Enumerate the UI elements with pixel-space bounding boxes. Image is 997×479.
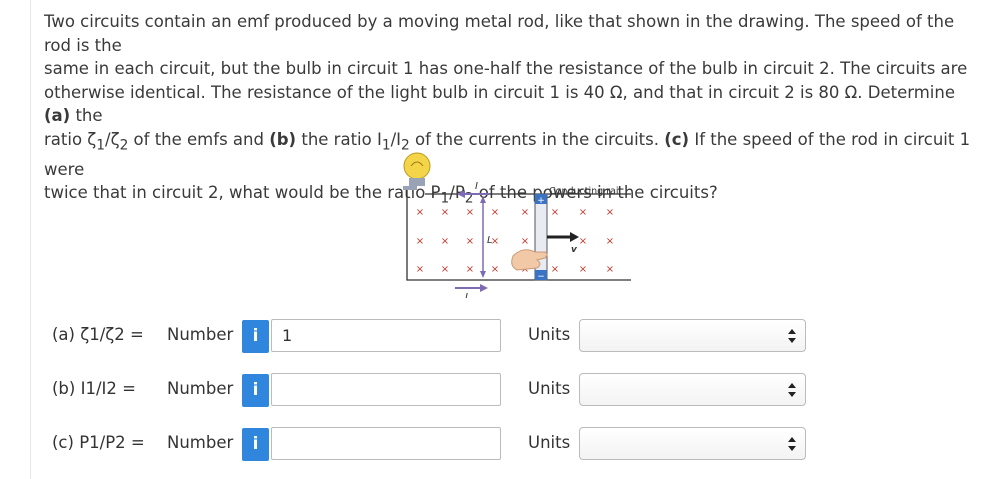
question-c-label: (c) P1/P2 =	[52, 433, 145, 452]
velocity-arrow: v	[547, 232, 579, 255]
svg-text:×: ×	[551, 264, 559, 275]
svg-text:×: ×	[441, 207, 449, 218]
svg-text:×: ×	[579, 207, 587, 218]
answer-row-c: (c) P1/P2 = Number i Units	[0, 425, 997, 465]
question-b-label: (b) I1/I2 =	[52, 379, 136, 398]
number-input-c[interactable]	[271, 427, 501, 460]
current-arrow-bottom: I	[455, 284, 488, 298]
light-bulb-icon	[403, 152, 431, 190]
units-select-a[interactable]	[579, 319, 806, 352]
circuit-diagram: I I L ××××× ××××× ××××× ××× ×× ××× + − v…	[403, 152, 631, 298]
minus-sign: −	[537, 272, 545, 282]
svg-text:×: ×	[521, 207, 529, 218]
svg-text:×: ×	[491, 264, 499, 275]
number-label: Number	[167, 433, 234, 452]
svg-text:×: ×	[466, 264, 474, 275]
units-label: Units	[528, 325, 571, 344]
info-button[interactable]: i	[242, 320, 269, 353]
svg-text:×: ×	[579, 236, 587, 247]
svg-text:×: ×	[491, 207, 499, 218]
svg-text:×: ×	[521, 236, 529, 247]
current-label-bottom: I	[465, 292, 468, 298]
units-label: Units	[528, 379, 571, 398]
answer-row-a: (a) ζ1/ζ2 = Number i 1 Units	[0, 317, 997, 357]
svg-text:×: ×	[441, 264, 449, 275]
svg-text:×: ×	[606, 264, 614, 275]
number-label: Number	[167, 325, 234, 344]
units-label: Units	[528, 433, 571, 452]
number-input-a[interactable]: 1	[271, 319, 501, 352]
svg-text:×: ×	[606, 207, 614, 218]
svg-text:×: ×	[416, 264, 424, 275]
conducting-rail-label: Conducting rail	[549, 186, 621, 197]
svg-text:×: ×	[466, 236, 474, 247]
velocity-label: v	[571, 245, 578, 255]
metal-rod: + −	[534, 193, 548, 282]
svg-text:×: ×	[466, 207, 474, 218]
svg-text:×: ×	[551, 207, 559, 218]
select-arrows-icon	[788, 329, 796, 343]
plus-sign: +	[537, 196, 545, 206]
select-arrows-icon	[788, 437, 796, 451]
info-button[interactable]: i	[242, 428, 269, 461]
svg-text:×: ×	[491, 236, 499, 247]
svg-text:×: ×	[579, 264, 587, 275]
number-label: Number	[167, 379, 234, 398]
answer-row-b: (b) I1/I2 = Number i Units	[0, 371, 997, 411]
question-a-label: (a) ζ1/ζ2 =	[52, 325, 144, 344]
current-label-top: I	[475, 181, 478, 192]
svg-text:×: ×	[416, 207, 424, 218]
current-arrow-top: I	[457, 181, 490, 198]
svg-text:×: ×	[416, 236, 424, 247]
number-input-b[interactable]	[271, 373, 501, 406]
select-arrows-icon	[788, 383, 796, 397]
svg-text:×: ×	[441, 236, 449, 247]
units-select-b[interactable]	[579, 373, 806, 406]
info-button[interactable]: i	[242, 374, 269, 407]
svg-text:×: ×	[606, 236, 614, 247]
units-select-c[interactable]	[579, 427, 806, 460]
